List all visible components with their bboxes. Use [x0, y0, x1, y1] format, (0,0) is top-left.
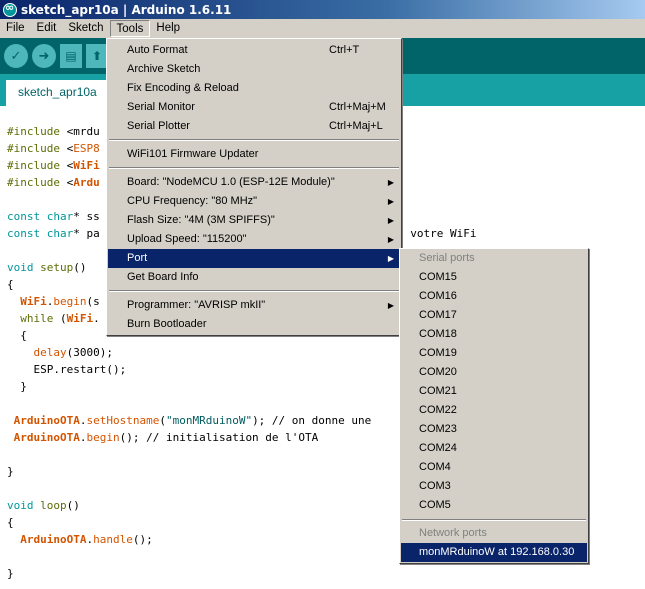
port-item[interactable]: COM15: [401, 268, 587, 287]
menu-item-archive-sketch[interactable]: Archive Sketch: [108, 60, 400, 79]
menu-edit[interactable]: Edit: [31, 20, 63, 37]
port-item[interactable]: COM18: [401, 325, 587, 344]
title-bar: sketch_apr10a | Arduino 1.6.11: [0, 0, 645, 19]
code-line: ArduinoOTA.setHostname("monMRduinoW"); /…: [13, 414, 372, 427]
port-item[interactable]: COM19: [401, 344, 587, 363]
port-item[interactable]: COM20: [401, 363, 587, 382]
code-line: const char* pa: [7, 227, 100, 240]
port-item[interactable]: COM23: [401, 420, 587, 439]
code-line: #include <mrdu: [7, 125, 100, 138]
new-sketch-button[interactable]: ▤: [60, 44, 82, 68]
menu-separator: [402, 519, 586, 521]
submenu-arrow-icon: ▶: [387, 178, 394, 187]
verify-button[interactable]: ✓: [4, 44, 28, 68]
submenu-arrow-icon: ▶: [387, 216, 394, 225]
code-line: }: [7, 465, 14, 478]
menu-item-wifi101-updater[interactable]: WiFi101 Firmware Updater: [108, 145, 400, 164]
submenu-arrow-icon: ▶: [387, 301, 394, 310]
menu-separator: [109, 139, 399, 141]
submenu-arrow-icon: ▶: [387, 197, 394, 206]
code-line: #include <WiFi: [7, 159, 100, 172]
port-item[interactable]: COM5: [401, 496, 587, 515]
submenu-arrow-icon: ▶: [387, 254, 394, 263]
port-item[interactable]: COM21: [401, 382, 587, 401]
menu-item-cpu-frequency[interactable]: CPU Frequency: "80 MHz" ▶: [108, 192, 400, 211]
port-item[interactable]: COM16: [401, 287, 587, 306]
menu-help[interactable]: Help: [150, 20, 186, 37]
code-line: const char* ss: [7, 210, 100, 223]
open-sketch-button[interactable]: ⬆: [86, 44, 108, 68]
menu-item-upload-speed[interactable]: Upload Speed: "115200" ▶: [108, 230, 400, 249]
menu-bar: File Edit Sketch Tools Help: [0, 19, 645, 38]
menu-tools[interactable]: Tools: [109, 20, 151, 37]
upload-button[interactable]: ➜: [32, 44, 56, 68]
menu-item-port[interactable]: Port ▶: [108, 249, 400, 268]
port-item[interactable]: COM24: [401, 439, 587, 458]
network-port-item[interactable]: monMRduinoW at 192.168.0.30: [401, 543, 587, 562]
code-line: while (WiFi.: [20, 312, 100, 325]
menu-separator: [109, 167, 399, 169]
menu-item-programmer[interactable]: Programmer: "AVRISP mkII" ▶: [108, 296, 400, 315]
menu-item-serial-plotter[interactable]: Serial Plotter Ctrl+Maj+L: [108, 117, 400, 136]
arduino-logo-icon: [3, 1, 17, 17]
code-line: }: [7, 567, 14, 580]
port-item[interactable]: COM4: [401, 458, 587, 477]
tools-menu: Auto Format Ctrl+T Archive Sketch Fix Enc…: [106, 38, 402, 336]
code-line: #include <ESP8: [7, 142, 100, 155]
code-line: WiFi.begin(s: [20, 295, 100, 308]
code-line: ArduinoOTA.handle();: [20, 533, 153, 546]
code-line: delay(3000);: [33, 346, 113, 359]
code-line: void loop(): [7, 499, 80, 512]
code-line: ESP.restart();: [7, 363, 127, 376]
port-item[interactable]: COM22: [401, 401, 587, 420]
menu-item-fix-encoding[interactable]: Fix Encoding & Reload: [108, 79, 400, 98]
code-line: void setup(): [7, 261, 87, 274]
submenu-arrow-icon: ▶: [387, 235, 394, 244]
menu-item-flash-size[interactable]: Flash Size: "4M (3M SPIFFS)" ▶: [108, 211, 400, 230]
window-title: sketch_apr10a | Arduino 1.6.11: [21, 2, 232, 17]
menu-item-get-board-info[interactable]: Get Board Info: [108, 268, 400, 287]
code-line-tail: : votre WiFi: [397, 227, 477, 240]
menu-separator: [109, 290, 399, 292]
menu-sketch[interactable]: Sketch: [62, 20, 109, 37]
code-line: {: [7, 278, 14, 291]
port-item[interactable]: COM3: [401, 477, 587, 496]
menu-item-auto-format[interactable]: Auto Format Ctrl+T: [108, 41, 400, 60]
serial-ports-header: Serial ports: [419, 252, 475, 264]
port-submenu: Serial ports COM15 COM16 COM17 COM18 COM…: [399, 248, 589, 564]
menu-item-burn-bootloader[interactable]: Burn Bootloader: [108, 315, 400, 334]
menu-item-serial-monitor[interactable]: Serial Monitor Ctrl+Maj+M: [108, 98, 400, 117]
port-item[interactable]: COM17: [401, 306, 587, 325]
code-line: {: [7, 516, 14, 529]
code-line: ArduinoOTA.begin(); // initialisation de…: [13, 431, 319, 444]
network-ports-header: Network ports: [419, 527, 487, 539]
code-line: #include <Ardu: [7, 176, 100, 189]
code-line: }: [7, 380, 27, 393]
menu-item-board[interactable]: Board: "NodeMCU 1.0 (ESP-12E Module)" ▶: [108, 173, 400, 192]
menu-file[interactable]: File: [0, 20, 31, 37]
code-line: {: [7, 329, 27, 342]
